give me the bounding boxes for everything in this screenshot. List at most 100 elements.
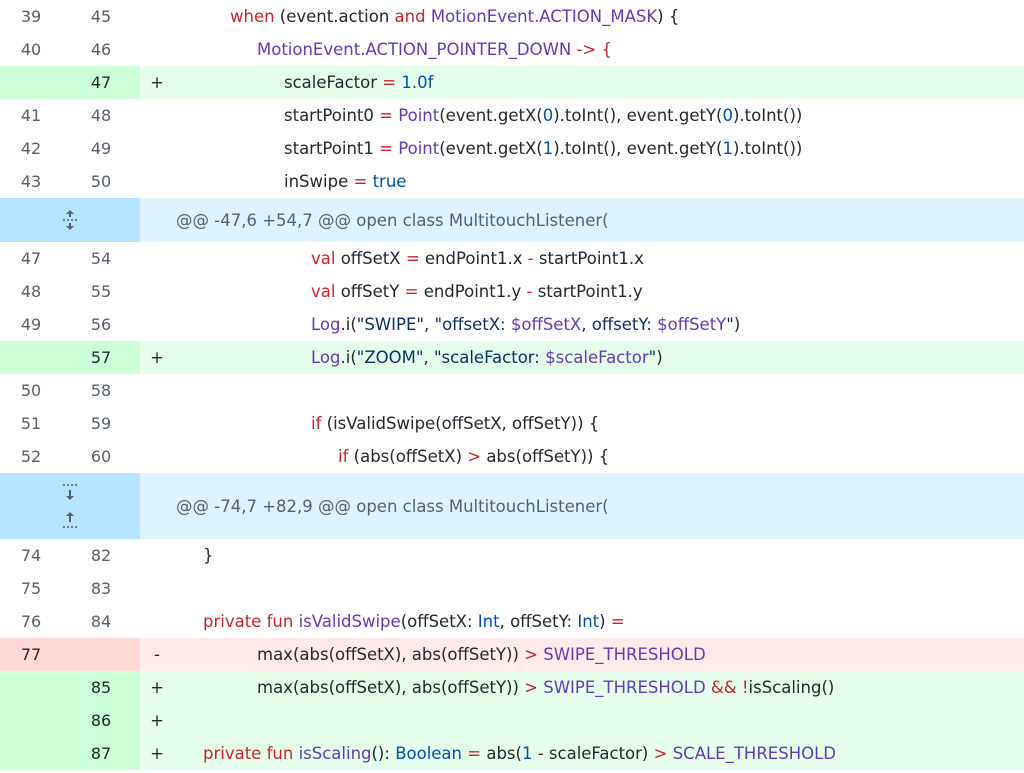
new-line-number[interactable]: 83 [62,572,140,605]
new-line-number[interactable]: 87 [62,737,140,770]
diff-sign: + [150,711,164,730]
old-line-number[interactable]: 51 [0,407,62,440]
diff-sign: + [150,678,164,697]
token: Log [311,315,341,334]
token: scaleFactor [284,73,378,92]
new-line-number[interactable]: 56 [62,308,140,341]
new-line-number[interactable]: 46 [62,33,140,66]
code-line: inSwipe = true [174,165,1024,198]
new-line-number[interactable]: 82 [62,539,140,572]
token: max(abs(offSetX), abs(offSetY)) [257,678,525,697]
token: 1 [542,139,554,158]
old-line-number[interactable]: 49 [0,308,62,341]
token: = [404,282,424,301]
old-line-number[interactable]: 48 [0,275,62,308]
token: ) [656,348,663,367]
new-line-number[interactable]: 86 [62,704,140,737]
token: > [524,678,538,697]
diff-sign [140,33,174,66]
old-line-number[interactable]: 50 [0,374,62,407]
old-line-number[interactable]: 42 [0,132,62,165]
token: > [467,447,482,466]
diff-line: 48 55 val offSetY = endPoint1.y - startP… [0,275,1024,308]
token: = [348,172,373,191]
old-line-number[interactable] [0,66,62,99]
new-line-number[interactable]: 60 [62,440,140,473]
diff-line-added: 86 + [0,704,1024,737]
token: "ZOOM" [356,348,424,367]
token: private fun [203,612,299,631]
token: = [377,73,402,92]
diff-line: 40 46 MotionEvent.ACTION_POINTER_DOWN ->… [0,33,1024,66]
diff-line: 39 45 when (event.action and MotionEvent… [0,0,1024,33]
token: , [423,315,435,334]
old-line-number[interactable]: 75 [0,572,62,605]
expand-both-button[interactable] [0,198,140,242]
token: ).toInt(), event.getY( [553,106,723,125]
old-line-number[interactable]: 77 [0,638,62,671]
token: = [405,249,425,268]
old-line-number[interactable]: 52 [0,440,62,473]
old-line-number[interactable] [0,737,62,770]
old-line-number[interactable]: 74 [0,539,62,572]
old-line-number[interactable]: 76 [0,605,62,638]
token: MotionEvent [257,40,361,59]
new-line-number[interactable]: 84 [62,605,140,638]
token: > [653,744,668,763]
diff-sign: + [150,73,164,92]
token: Log [311,348,341,367]
token: = [373,106,399,125]
new-line-number[interactable]: 48 [62,99,140,132]
diff-line: 50 58 [0,374,1024,407]
token: > [524,645,538,664]
new-line-number[interactable]: 49 [62,132,140,165]
code-line: startPoint1 = Point(event.getX(1).toInt(… [174,132,1024,165]
token: = [610,612,625,631]
new-line-number[interactable]: 55 [62,275,140,308]
diff-line-added: 87 + private fun isScaling(): Boolean = … [0,737,1024,770]
old-line-number[interactable]: 43 [0,165,62,198]
diff-line: 47 54 val offSetX = endPoint1.x - startP… [0,242,1024,275]
new-line-number[interactable]: 57 [62,341,140,374]
new-line-number[interactable]: 58 [62,374,140,407]
token: max(abs(offSetX), abs(offSetY)) [257,645,525,664]
new-line-number[interactable] [62,638,140,671]
token: abs( [486,744,522,763]
new-line-number[interactable]: 47 [62,66,140,99]
diff-view: 39 45 when (event.action and MotionEvent… [0,0,1024,770]
code-line: max(abs(offSetX), abs(offSetY)) > SWIPE_… [174,671,1024,704]
token: } [203,546,214,565]
diff-line-added: 57 + Log.i("ZOOM", "scaleFactor: $scaleF… [0,341,1024,374]
token: (event.getX( [439,106,543,125]
diff-line: 52 60 if (abs(offSetX) > abs(offSetY)) { [0,440,1024,473]
diff-line-added: 47 + scaleFactor = 1.0f [0,66,1024,99]
diff-sign: + [150,348,164,367]
diff-sign [140,165,174,198]
old-line-number[interactable]: 47 [0,242,62,275]
new-line-number[interactable]: 45 [62,0,140,33]
diff-sign [140,572,174,605]
old-line-number[interactable] [0,341,62,374]
old-line-number[interactable]: 39 [0,0,62,33]
old-line-number[interactable] [0,671,62,704]
diff-sign [140,275,174,308]
expand-up-icon[interactable] [62,509,78,529]
diff-line: 51 59 if (isValidSwipe(offSetX, offSetY)… [0,407,1024,440]
token: offSetX [335,249,406,268]
token: -> { [571,40,613,59]
token: val [311,249,336,268]
hunk-header-text: @@ -74,7 +82,9 @@ open class MultitouchL… [176,496,609,516]
token: "offsetX: [434,315,511,334]
token: (event.action [274,7,395,26]
old-line-number[interactable]: 41 [0,99,62,132]
diff-line: 74 82 } [0,539,1024,572]
new-line-number[interactable]: 59 [62,407,140,440]
new-line-number[interactable]: 85 [62,671,140,704]
new-line-number[interactable]: 54 [62,242,140,275]
expand-down-icon[interactable] [62,483,78,503]
new-line-number[interactable]: 50 [62,165,140,198]
old-line-number[interactable]: 40 [0,33,62,66]
old-line-number[interactable] [0,704,62,737]
code-line: Log.i("ZOOM", "scaleFactor: $scaleFactor… [174,341,1024,374]
